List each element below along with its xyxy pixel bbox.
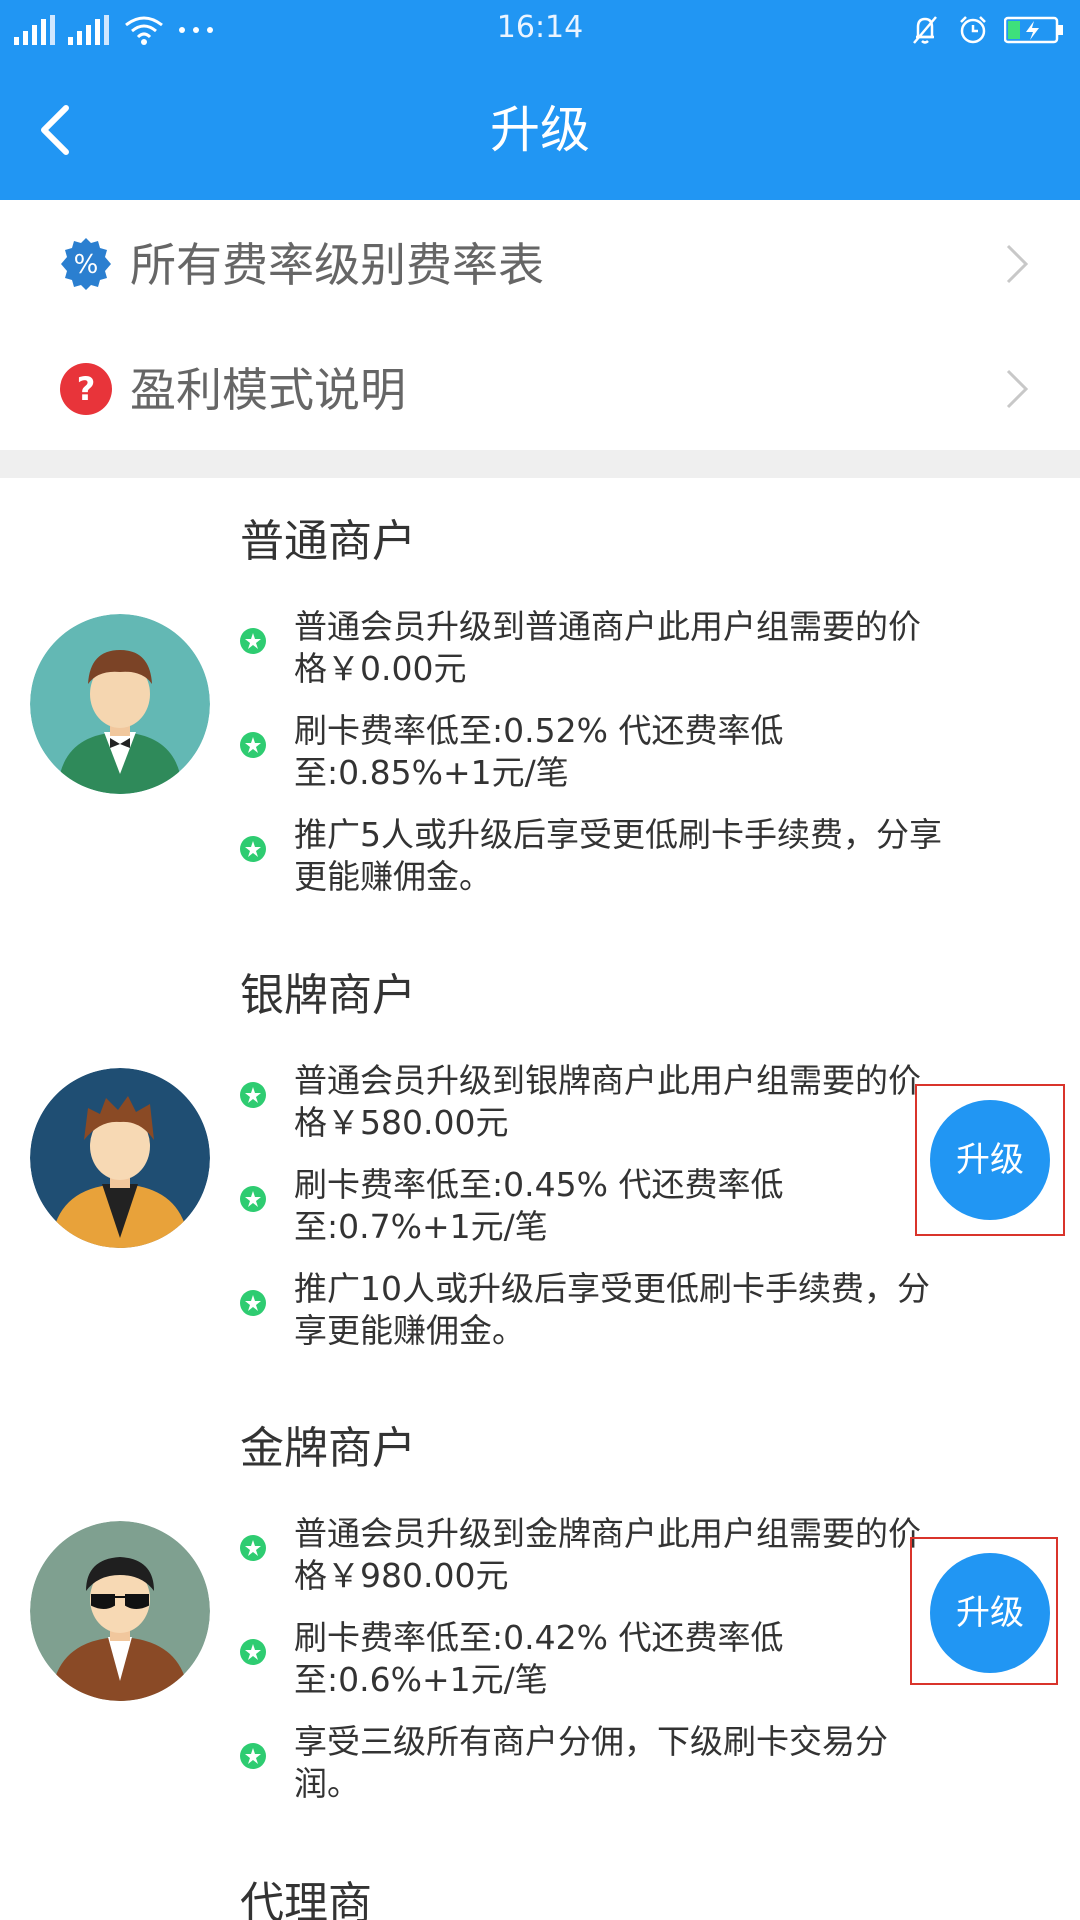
star-bullet-icon [240, 1535, 266, 1561]
benefit-text: 刷卡费率低至:0.52% 代还费率低至:0.85%+1元/笔 [294, 711, 784, 792]
list-item: 普通会员升级到银牌商户此用户组需要的价格￥580.00元 [238, 1060, 921, 1164]
avatar-gold-merchant-icon [30, 1521, 210, 1701]
tier-benefits: 普通会员升级到普通商户此用户组需要的价格￥0.00元 刷卡费率低至:0.52% … [238, 606, 942, 918]
star-bullet-icon [240, 1743, 266, 1769]
list-item: 刷卡费率低至:0.42% 代还费率低至:0.6%+1元/笔 [238, 1617, 918, 1721]
benefit-text: 普通会员升级到银牌商户此用户组需要的价格￥580.00元 [294, 1061, 921, 1142]
benefit-text: 刷卡费率低至:0.42% 代还费率低至:0.6%+1元/笔 [294, 1618, 784, 1699]
list-item: 刷卡费率低至:0.52% 代还费率低至:0.85%+1元/笔 [238, 710, 918, 814]
section-divider [0, 450, 1080, 478]
menu-item-profit-model[interactable]: ? 盈利模式说明 [0, 325, 1080, 450]
chevron-right-icon [1006, 369, 1029, 409]
benefit-text: 刷卡费率低至:0.45% 代还费率低至:0.7%+1元/笔 [294, 1165, 784, 1246]
star-bullet-icon [240, 1186, 266, 1212]
menu-item-label: 所有费率级别费率表 [130, 238, 544, 292]
percent-icon: % [61, 238, 111, 290]
list-item: 普通会员升级到金牌商户此用户组需要的价格￥980.00元 [238, 1513, 921, 1617]
tier-benefits: 普通会员升级到金牌商户此用户组需要的价格￥980.00元 刷卡费率低至:0.42… [238, 1513, 921, 1825]
list-item: 推广5人或升级后享受更低刷卡手续费，分享更能赚佣金。 [238, 814, 942, 918]
list-item: 刷卡费率低至:0.45% 代还费率低至:0.7%+1元/笔 [238, 1164, 918, 1268]
avatar-normal-merchant-icon [30, 614, 210, 794]
alarm-icon [960, 16, 986, 44]
star-bullet-icon [240, 628, 266, 654]
svg-text:?: ? [77, 370, 96, 408]
avatar-silver-merchant-icon [30, 1068, 210, 1248]
tier-title: 金牌商户 [240, 1423, 416, 1474]
tier-title: 银牌商户 [240, 970, 416, 1021]
benefit-text: 普通会员升级到普通商户此用户组需要的价格￥0.00元 [294, 607, 921, 688]
tier-title-agent: 代理商 [240, 1878, 372, 1920]
menu-item-label: 盈利模式说明 [130, 363, 406, 417]
navigation-bar: 升级 [0, 60, 1080, 200]
benefit-text: 推广5人或升级后享受更低刷卡手续费，分享更能赚佣金。 [294, 815, 942, 896]
tier-silver-merchant: 银牌商户 普通会员升级到银牌商户此用户组需要的价格￥580.00元 刷卡费率低至… [0, 968, 1080, 1368]
list-item: 普通会员升级到普通商户此用户组需要的价格￥0.00元 [238, 606, 921, 710]
upgrade-page: 16:14 升级 % 所有费率级别费率表 ? 盈利模式说明 普通商户 普通会员升… [0, 0, 1080, 1920]
tier-normal-merchant: 普通商户 普通会员升级到普通商户此用户组需要的价格￥0.00元 刷卡费率低至:0… [0, 514, 1080, 914]
star-bullet-icon [240, 836, 266, 862]
benefit-text: 普通会员升级到金牌商户此用户组需要的价格￥980.00元 [294, 1514, 921, 1595]
question-icon: ? [60, 363, 112, 415]
chevron-right-icon [1006, 244, 1029, 284]
tier-gold-merchant: 金牌商户 普通会员升级到金牌商户此用户组需要的价格￥980.00元 刷卡费率低至… [0, 1421, 1080, 1821]
upgrade-gold-button[interactable]: 升级 [930, 1553, 1050, 1673]
star-bullet-icon [240, 1082, 266, 1108]
status-bar: 16:14 [0, 0, 1080, 60]
benefit-text: 享受三级所有商户分佣，下级刷卡交易分润。 [294, 1722, 888, 1803]
star-bullet-icon [240, 1639, 266, 1665]
info-menu: % 所有费率级别费率表 ? 盈利模式说明 [0, 200, 1080, 450]
star-bullet-icon [240, 1290, 266, 1316]
status-right [908, 10, 1064, 50]
list-item: 推广10人或升级后享受更低刷卡手续费，分享更能赚佣金。 [238, 1268, 930, 1372]
tier-benefits: 普通会员升级到银牌商户此用户组需要的价格￥580.00元 刷卡费率低至:0.45… [238, 1060, 930, 1372]
tier-title: 普通商户 [240, 516, 416, 567]
svg-text:%: % [74, 250, 99, 280]
menu-item-rate-table[interactable]: % 所有费率级别费率表 [0, 200, 1080, 325]
battery-charging-icon [1004, 16, 1063, 44]
star-bullet-icon [240, 732, 266, 758]
list-item: 享受三级所有商户分佣，下级刷卡交易分润。 [238, 1721, 918, 1825]
mute-icon [913, 16, 937, 44]
upgrade-silver-button[interactable]: 升级 [930, 1100, 1050, 1220]
page-title: 升级 [490, 101, 590, 159]
benefit-text: 推广10人或升级后享受更低刷卡手续费，分享更能赚佣金。 [294, 1269, 930, 1350]
